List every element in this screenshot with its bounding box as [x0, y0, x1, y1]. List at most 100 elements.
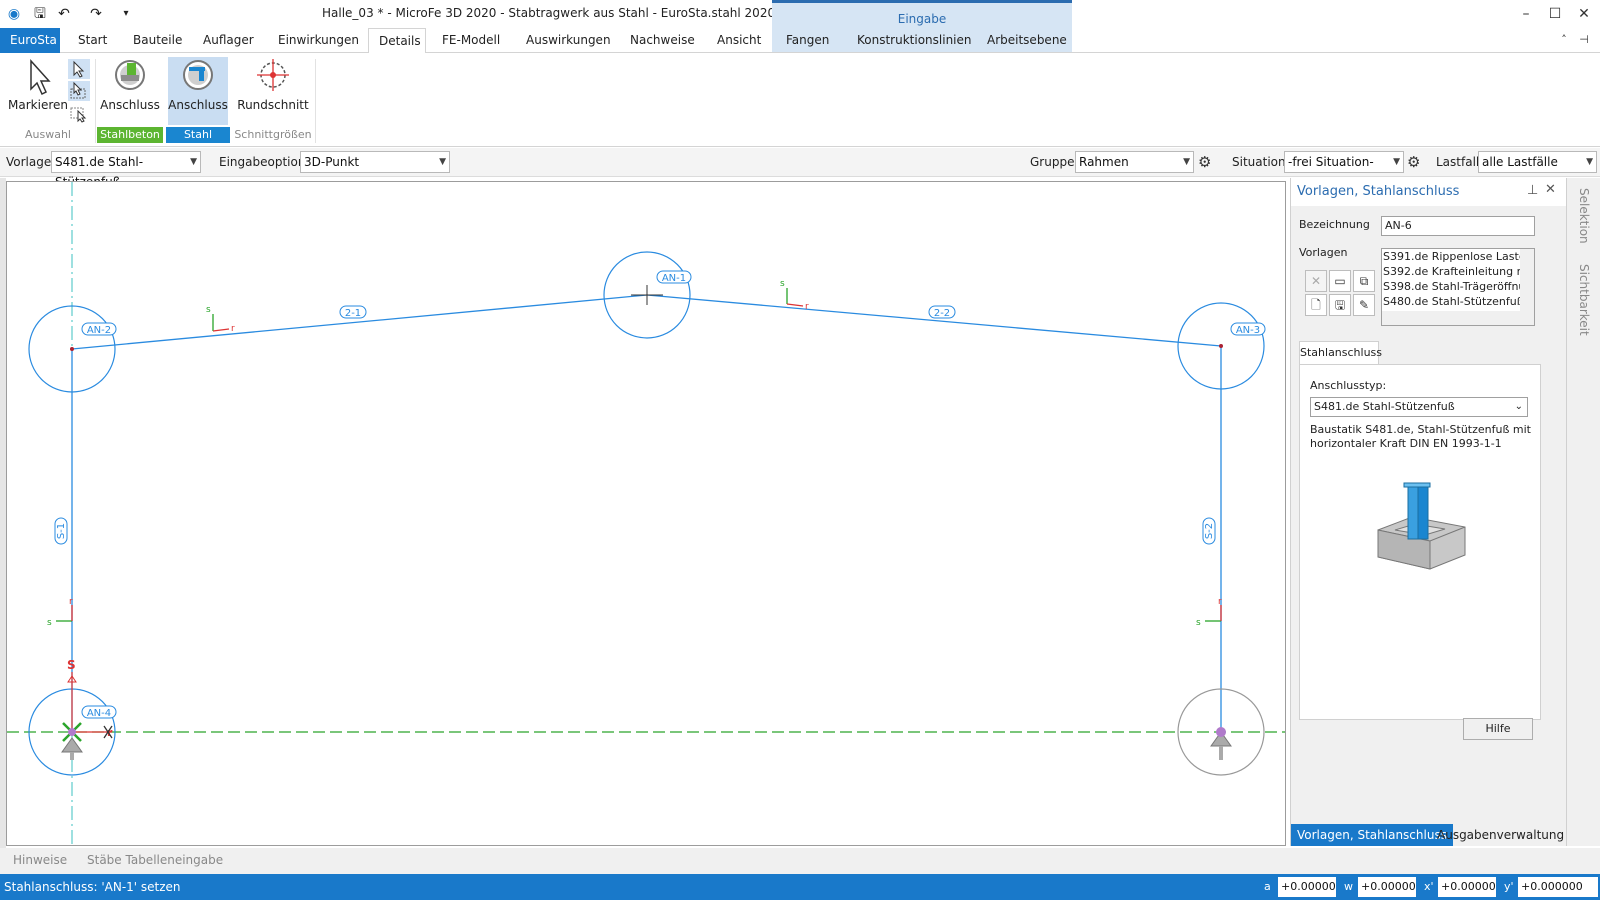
gruppe-settings-gear-icon[interactable]: ⚙	[1198, 153, 1211, 171]
drawing-canvas[interactable]: AN-2 AN-1 AN-3 AN-4 2-1 2-2 S-1 S-2 s r …	[6, 181, 1286, 846]
option-bar: Vorlage S481.de Stahl-Stützenfuß▼ Eingab…	[0, 148, 1600, 189]
rundschnitt-icon	[257, 59, 289, 91]
member-2-2[interactable]	[646, 294, 1222, 347]
maximize-icon[interactable]: ☐	[1544, 4, 1566, 24]
tab-auswirkungen[interactable]: Auswirkungen	[516, 28, 621, 53]
close-icon[interactable]: ✕	[1573, 4, 1595, 24]
tab-sichtbarkeit[interactable]: Sichtbarkeit	[1577, 264, 1591, 336]
tab-bauteile[interactable]: Bauteile	[123, 28, 192, 53]
ribbon: Markieren Auswahl Anschluss Stahlbeton A…	[0, 53, 1600, 147]
tab-hinweise[interactable]: Hinweise	[13, 853, 67, 867]
gruppe-combo[interactable]: Rahmen ▼	[1075, 151, 1194, 173]
tab-konstruktionslinien[interactable]: Konstruktionslinien	[847, 28, 982, 53]
tab-nachweise[interactable]: Nachweise	[620, 28, 705, 53]
rundschnitt-button[interactable]: Rundschnitt	[236, 57, 310, 112]
schnittgroessen-group-label: Schnittgrößen	[234, 128, 312, 141]
pin-ribbon-icon[interactable]: ⊣	[1573, 30, 1595, 50]
bezeichnung-label: Bezeichnung	[1299, 218, 1370, 231]
anschlusstyp-combo[interactable]: S481.de Stahl-Stützenfuß ⌄	[1310, 397, 1528, 417]
vorlage-label: Vorlage	[6, 155, 52, 169]
tab-fangen[interactable]: Fangen	[776, 28, 839, 53]
vertical-scrollbar[interactable]	[1520, 249, 1534, 311]
anschluss-stahlbeton-button[interactable]: Anschluss	[98, 57, 162, 112]
situation-settings-gear-icon[interactable]: ⚙	[1407, 153, 1420, 171]
select-window-icon[interactable]	[68, 81, 90, 101]
list-item[interactable]: S398.de Stahl-Trägeröffnur	[1382, 279, 1534, 294]
situation-label: Situation	[1232, 155, 1286, 169]
tab-einwirkungen[interactable]: Einwirkungen	[268, 28, 369, 53]
tab-details[interactable]: Details	[368, 28, 426, 54]
stahlbeton-group-label: Stahlbeton	[97, 127, 163, 143]
column-base-preview-image	[1377, 482, 1466, 570]
tab-staebe-tabelleneingabe[interactable]: Stäbe Tabelleneingabe	[87, 853, 223, 867]
tab-vorlagen-stahlanschluss[interactable]: Vorlagen, Stahlanschluss	[1291, 824, 1453, 846]
list-item[interactable]: S480.de Stahl-Stützenfuß e	[1382, 294, 1534, 309]
copy-template-icon[interactable]: ⧉	[1353, 270, 1375, 292]
svg-text:AN-4: AN-4	[87, 708, 111, 719]
window-title: Halle_03 * - MicroFe 3D 2020 - Stabtragw…	[322, 6, 776, 20]
coord-field-w[interactable]: +0.000000	[1358, 877, 1416, 897]
chevron-down-icon: ▼	[1586, 157, 1593, 167]
tab-arbeitsebene[interactable]: Arbeitsebene	[977, 28, 1077, 53]
situation-combo[interactable]: -frei Situation- ▼	[1284, 151, 1404, 173]
list-item[interactable]: S391.de Rippenlose Lastein	[1382, 249, 1534, 264]
bezeichnung-input[interactable]: AN-6	[1381, 216, 1535, 236]
horizontal-scrollbar[interactable]	[1382, 311, 1534, 325]
close-panel-icon[interactable]: ✕	[1545, 182, 1556, 197]
coord-field-y[interactable]: +0.000000	[1518, 877, 1598, 897]
select-polygon-icon[interactable]	[68, 103, 90, 123]
tab-auflager[interactable]: Auflager	[193, 28, 264, 53]
app-logo-icon[interactable]: ◉	[4, 4, 24, 24]
vorlagen-list[interactable]: S391.de Rippenlose Lastein S392.de Kraft…	[1381, 248, 1535, 326]
member-label-2-1: 2-1	[339, 305, 367, 319]
svg-text:s: s	[780, 279, 785, 289]
coord-field-x[interactable]: +0.000000	[1438, 877, 1496, 897]
edit-template-icon[interactable]: ✎	[1353, 294, 1375, 316]
list-item[interactable]: S392.de Krafteinleitung mit	[1382, 264, 1534, 279]
local-axes-2-1: s r	[206, 305, 235, 334]
save-template-icon[interactable]: 🖫	[1329, 294, 1351, 316]
delete-template-icon[interactable]: ✕	[1305, 270, 1327, 292]
undo-icon[interactable]: ↶	[54, 4, 74, 24]
ribbon-separator	[95, 59, 96, 143]
anschluss-stahl-label: Anschluss	[168, 98, 228, 112]
svg-text:s: s	[1196, 618, 1201, 628]
coord-label-a: a	[1264, 880, 1271, 893]
markieren-label: Markieren	[8, 98, 68, 112]
tab-start[interactable]: Start	[68, 28, 117, 53]
anschluss-stahl-button[interactable]: Anschluss	[168, 57, 228, 125]
rename-template-icon[interactable]: ▭	[1329, 270, 1351, 292]
cursor-icon	[30, 59, 51, 96]
svg-text:AN-3: AN-3	[1236, 325, 1260, 336]
member-2-1[interactable]	[71, 294, 648, 350]
anschlusstyp-value: S481.de Stahl-Stützenfuß	[1314, 400, 1455, 413]
situation-value: -frei Situation-	[1288, 155, 1374, 169]
new-template-icon[interactable]: 🗋	[1305, 294, 1327, 316]
vorlage-combo[interactable]: S481.de Stahl-Stützenfuß▼	[51, 151, 201, 189]
anschluss-stahl-icon	[183, 60, 213, 90]
customize-qat-icon[interactable]: ▾	[116, 4, 136, 24]
pin-icon[interactable]: ⊥	[1527, 183, 1538, 198]
lastfall-combo[interactable]: alle Lastfälle ▼	[1478, 151, 1597, 173]
redo-icon[interactable]: ↷	[86, 4, 106, 24]
tab-ansicht[interactable]: Ansicht	[707, 28, 771, 53]
member-label-s-2: S-2	[1202, 517, 1216, 545]
svg-text:r: r	[69, 597, 73, 607]
coord-label-y: y'	[1504, 880, 1514, 893]
local-axes-s-2: s r	[1196, 597, 1222, 628]
eingabeoption-combo[interactable]: 3D-Punkt ▼	[300, 151, 450, 173]
tab-selektion[interactable]: Selektion	[1577, 188, 1591, 244]
tab-fe-modell[interactable]: FE-Modell	[432, 28, 510, 53]
markieren-button[interactable]: Markieren	[8, 57, 68, 112]
save-icon[interactable]: 🖫	[30, 4, 50, 24]
hilfe-button[interactable]: Hilfe	[1463, 718, 1533, 740]
coord-field-a[interactable]: +0.000000	[1278, 877, 1336, 897]
collapse-ribbon-icon[interactable]: ˄	[1553, 30, 1575, 50]
minimize-icon[interactable]: –	[1515, 4, 1537, 24]
tab-stahlanschluss[interactable]: Stahlanschluss	[1299, 341, 1382, 365]
structure-drawing[interactable]: AN-2 AN-1 AN-3 AN-4 2-1 2-2 S-1 S-2 s r …	[7, 182, 1285, 845]
select-single-icon[interactable]	[68, 59, 90, 79]
panel-title: Vorlagen, Stahlanschluss	[1297, 184, 1460, 199]
tab-ausgabenverwaltung[interactable]: Ausgabenverwaltung	[1431, 824, 1570, 846]
tab-eurosta[interactable]: EuroSta	[0, 28, 60, 53]
